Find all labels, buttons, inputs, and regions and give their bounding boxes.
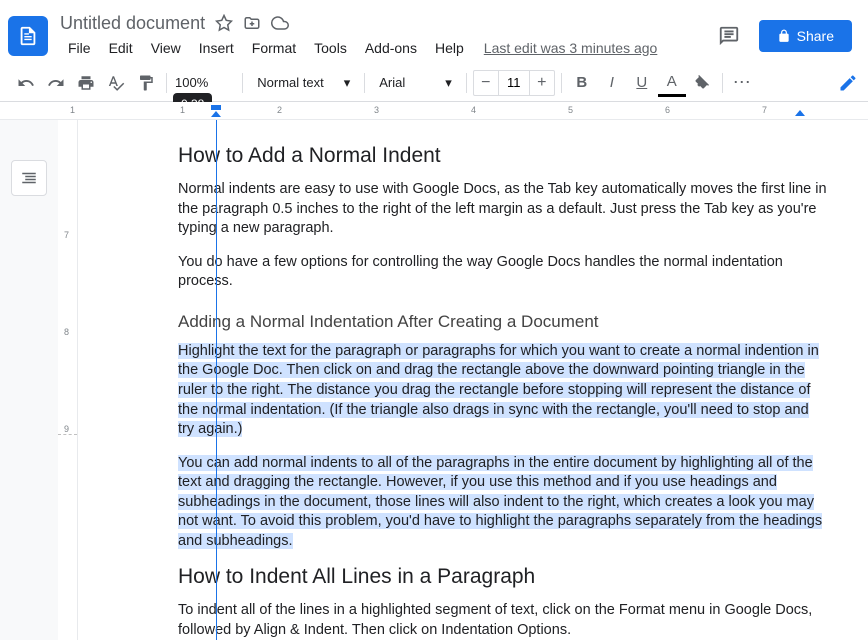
- font-size-group: − 11 +: [473, 70, 555, 96]
- undo-icon[interactable]: [12, 69, 40, 97]
- cloud-icon[interactable]: [271, 14, 289, 32]
- decrease-size-button[interactable]: −: [474, 71, 498, 95]
- horizontal-ruler[interactable]: 1 1 2 3 4 5 6 7: [0, 102, 868, 120]
- underline-button[interactable]: U: [628, 69, 656, 97]
- zoom-select[interactable]: 100% 0.38: [173, 71, 210, 94]
- last-edit-link[interactable]: Last edit was 3 minutes ago: [484, 40, 658, 56]
- document-title[interactable]: Untitled document: [60, 13, 205, 34]
- spellcheck-icon[interactable]: [102, 69, 130, 97]
- menu-format[interactable]: Format: [244, 36, 304, 60]
- star-icon[interactable]: [215, 14, 233, 32]
- page-boundary: [58, 434, 77, 435]
- menu-help[interactable]: Help: [427, 36, 472, 60]
- bold-button[interactable]: B: [568, 69, 596, 97]
- menu-tools[interactable]: Tools: [306, 36, 355, 60]
- font-select[interactable]: Arial▾: [371, 71, 460, 95]
- print-icon[interactable]: [72, 69, 100, 97]
- workspace: 7 8 9 How to Add a Normal Indent Normal …: [0, 120, 868, 640]
- right-indent-marker[interactable]: [795, 110, 805, 116]
- chevron-down-icon: ▾: [445, 75, 452, 91]
- redo-icon[interactable]: [42, 69, 70, 97]
- font-size-input[interactable]: 11: [498, 71, 530, 95]
- paragraph-highlighted: You can add normal indents to all of the…: [178, 454, 828, 552]
- menu-addons[interactable]: Add-ons: [357, 36, 425, 60]
- docs-logo[interactable]: [8, 16, 48, 56]
- outline-icon[interactable]: [11, 160, 47, 196]
- vertical-ruler[interactable]: 7 8 9: [58, 120, 78, 640]
- editing-mode-icon[interactable]: [838, 73, 858, 93]
- paragraph: Normal indents are easy to use with Goog…: [178, 180, 828, 239]
- heading-1: How to Indent All Lines in a Paragraph: [178, 565, 828, 589]
- highlight-button[interactable]: [688, 69, 716, 97]
- title-area: Untitled document File Edit View Insert …: [60, 13, 711, 60]
- more-button[interactable]: ⋯: [729, 69, 757, 97]
- paragraph: To indent all of the lines in a highligh…: [178, 601, 828, 640]
- menu-bar: File Edit View Insert Format Tools Add-o…: [60, 36, 711, 60]
- move-icon[interactable]: [243, 14, 261, 32]
- share-button[interactable]: Share: [759, 20, 852, 52]
- menu-insert[interactable]: Insert: [191, 36, 242, 60]
- paragraph: You do have a few options for controllin…: [178, 253, 828, 292]
- document-page[interactable]: How to Add a Normal Indent Normal indent…: [78, 120, 868, 640]
- header: Untitled document File Edit View Insert …: [0, 0, 868, 64]
- menu-view[interactable]: View: [143, 36, 189, 60]
- paint-format-icon[interactable]: [132, 69, 160, 97]
- heading-2: Adding a Normal Indentation After Creati…: [178, 312, 828, 332]
- comments-icon[interactable]: [711, 18, 747, 54]
- italic-button[interactable]: I: [598, 69, 626, 97]
- text-color-button[interactable]: A: [658, 69, 686, 97]
- menu-file[interactable]: File: [60, 36, 99, 60]
- toolbar: 100% 0.38 Normal text▾ Arial▾ − 11 + B I…: [0, 64, 868, 102]
- increase-size-button[interactable]: +: [530, 71, 554, 95]
- paragraph-style-select[interactable]: Normal text▾: [249, 71, 358, 95]
- chevron-down-icon: ▾: [344, 75, 351, 91]
- indent-guide-line: [216, 120, 217, 640]
- heading-1: How to Add a Normal Indent: [178, 144, 828, 168]
- paragraph-highlighted: Highlight the text for the paragraph or …: [178, 342, 828, 440]
- share-label: Share: [797, 28, 834, 44]
- menu-edit[interactable]: Edit: [101, 36, 141, 60]
